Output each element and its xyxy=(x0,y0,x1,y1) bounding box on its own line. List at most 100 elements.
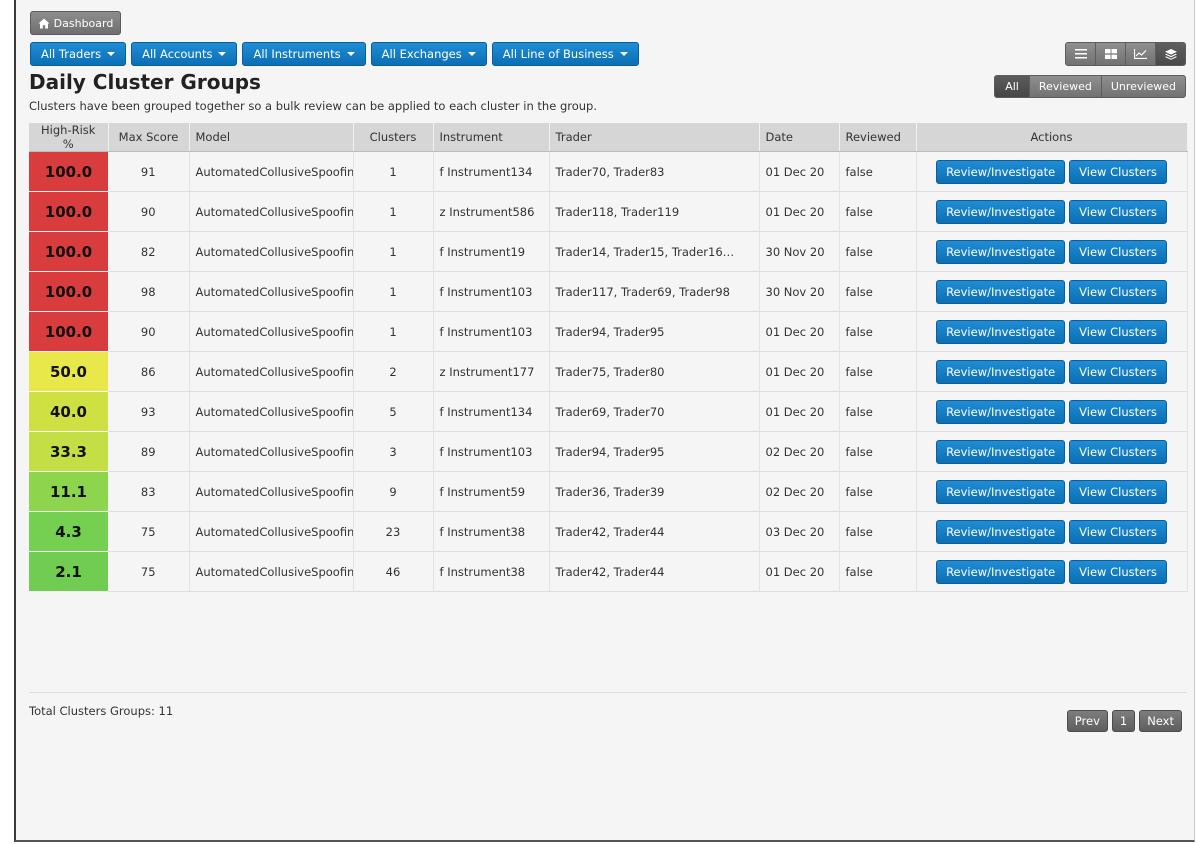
review-investigate-button[interactable]: Review/Investigate xyxy=(936,519,1066,544)
column-header-max-score[interactable]: Max Score xyxy=(108,123,190,152)
view-clusters-button[interactable]: View Clusters xyxy=(1069,239,1167,264)
instrument-cell: f Instrument134 xyxy=(433,151,550,192)
column-header-trader[interactable]: Trader xyxy=(549,123,760,152)
table-row[interactable]: 4.3 75 AutomatedCollusiveSpoofing 23 f Instr… xyxy=(29,511,1188,552)
view-clusters-button[interactable]: View Clusters xyxy=(1069,159,1167,184)
table-row[interactable]: 100.0 98 AutomatedCollusiveSpoofing 1 f Inst… xyxy=(29,271,1188,312)
review-investigate-button[interactable]: Review/Investigate xyxy=(936,199,1066,224)
reviewed-cell: false xyxy=(839,431,917,472)
instrument-cell: f Instrument103 xyxy=(433,271,550,312)
dashboard-label: Dashboard xyxy=(53,16,114,30)
trader-cell: Trader70, Trader83 xyxy=(549,151,760,192)
trader-cell: Trader94, Trader95 xyxy=(549,431,760,472)
filter-unreviewed-button[interactable]: Unreviewed xyxy=(1100,75,1186,98)
table-row[interactable]: 50.0 86 AutomatedCollusiveSpoofing 2 z Instr… xyxy=(29,351,1188,392)
grid-view-button[interactable] xyxy=(1095,42,1126,66)
review-investigate-button[interactable]: Review/Investigate xyxy=(936,439,1066,464)
view-clusters-button[interactable]: View Clusters xyxy=(1069,479,1167,504)
review-investigate-button[interactable]: Review/Investigate xyxy=(936,279,1066,304)
caret-down-icon xyxy=(467,52,476,56)
total-cluster-groups: Total Clusters Groups: 11 xyxy=(29,704,174,718)
trader-cell: Trader75, Trader80 xyxy=(549,351,760,392)
clusters-cell: 5 xyxy=(353,391,434,432)
table-row[interactable]: 100.0 91 AutomatedCollusiveSpoofing 1 f Inst… xyxy=(29,151,1188,192)
table-row[interactable]: 100.0 82 AutomatedCollusiveSpoofing 1 f Inst… xyxy=(29,231,1188,272)
chart-view-button[interactable] xyxy=(1125,42,1156,66)
review-investigate-button[interactable]: Review/Investigate xyxy=(936,359,1066,384)
filter-reviewed-button[interactable]: Reviewed xyxy=(1028,75,1102,98)
risk-cell: 50.0 xyxy=(29,351,108,392)
table-header-row: High-Risk % Max Score Model Clusters Ins… xyxy=(29,123,1188,152)
review-investigate-button[interactable]: Review/Investigate xyxy=(936,319,1066,344)
page-number-button[interactable]: 1 xyxy=(1111,710,1136,732)
table-row[interactable]: 11.1 83 AutomatedCollusiveSpoofing 9 f Instr… xyxy=(29,471,1188,512)
date-cell: 01 Dec 20 xyxy=(759,311,840,352)
risk-cell: 4.3 xyxy=(29,511,108,552)
trader-cell: Trader36, Trader39 xyxy=(549,471,760,512)
column-header-reviewed[interactable]: Reviewed xyxy=(839,123,917,152)
reviewed-cell: false xyxy=(839,351,917,392)
review-investigate-button[interactable]: Review/Investigate xyxy=(936,399,1066,424)
table-row[interactable]: 33.3 89 AutomatedCollusiveSpoofing 3 f Instr… xyxy=(29,431,1188,472)
actions-cell: Review/Investigate View Clusters xyxy=(916,151,1188,192)
reviewed-cell: false xyxy=(839,551,917,592)
risk-cell: 100.0 xyxy=(29,311,108,352)
next-page-button[interactable]: Next xyxy=(1139,710,1182,732)
accounts-filter-dropdown[interactable]: All Accounts xyxy=(131,42,238,66)
filter-all-button[interactable]: All xyxy=(994,75,1030,98)
column-header-instrument[interactable]: Instrument xyxy=(433,123,550,152)
instrument-cell: f Instrument103 xyxy=(433,311,550,352)
column-header-clusters[interactable]: Clusters xyxy=(353,123,434,152)
instrument-cell: f Instrument38 xyxy=(433,511,550,552)
page-subtitle: Clusters have been grouped together so a… xyxy=(29,99,597,113)
table-row[interactable]: 100.0 90 AutomatedCollusiveSpoofing 1 f Inst… xyxy=(29,311,1188,352)
risk-cell: 100.0 xyxy=(29,231,108,272)
reviewed-cell: false xyxy=(839,471,917,512)
risk-cell: 33.3 xyxy=(29,431,108,472)
list-view-button[interactable] xyxy=(1065,42,1096,66)
review-investigate-button[interactable]: Review/Investigate xyxy=(936,159,1066,184)
view-clusters-button[interactable]: View Clusters xyxy=(1069,319,1167,344)
review-investigate-button[interactable]: Review/Investigate xyxy=(936,559,1066,584)
cluster-groups-page: Dashboard All Traders All Accounts All I… xyxy=(14,0,1195,842)
view-clusters-button[interactable]: View Clusters xyxy=(1069,399,1167,424)
view-clusters-button[interactable]: View Clusters xyxy=(1069,439,1167,464)
column-header-actions: Actions xyxy=(916,123,1188,152)
table-row[interactable]: 2.1 75 AutomatedCollusiveSpoofing 46 f Instr… xyxy=(29,551,1188,592)
review-investigate-button[interactable]: Review/Investigate xyxy=(936,239,1066,264)
clusters-cell: 1 xyxy=(353,231,434,272)
layers-view-button[interactable] xyxy=(1155,42,1186,66)
exchanges-filter-dropdown[interactable]: All Exchanges xyxy=(370,42,487,66)
model-cell: AutomatedCollusiveSpoofing xyxy=(189,151,354,192)
pagination: Prev 1 Next xyxy=(1066,710,1182,732)
risk-cell: 100.0 xyxy=(29,191,108,232)
date-cell: 01 Dec 20 xyxy=(759,191,840,232)
column-header-model[interactable]: Model xyxy=(189,123,354,152)
dashboard-button[interactable]: Dashboard xyxy=(30,11,121,35)
table-row[interactable]: 100.0 90 AutomatedCollusiveSpoofing 1 z Inst… xyxy=(29,191,1188,232)
date-cell: 03 Dec 20 xyxy=(759,511,840,552)
clusters-cell: 1 xyxy=(353,191,434,232)
instruments-filter-dropdown[interactable]: All Instruments xyxy=(242,42,366,66)
line-of-business-filter-label: All Line of Business xyxy=(502,47,614,61)
prev-page-button[interactable]: Prev xyxy=(1066,710,1108,732)
clusters-cell: 1 xyxy=(353,271,434,312)
view-clusters-button[interactable]: View Clusters xyxy=(1069,359,1167,384)
column-header-date[interactable]: Date xyxy=(759,123,840,152)
view-clusters-button[interactable]: View Clusters xyxy=(1069,279,1167,304)
view-clusters-button[interactable]: View Clusters xyxy=(1069,559,1167,584)
column-header-high-risk[interactable]: High-Risk % xyxy=(29,123,109,152)
table-row[interactable]: 40.0 93 AutomatedCollusiveSpoofing 5 f Instr… xyxy=(29,391,1188,432)
model-cell: AutomatedCollusiveSpoofing xyxy=(189,271,354,312)
reviewed-cell: false xyxy=(839,271,917,312)
instrument-cell: f Instrument103 xyxy=(433,431,550,472)
view-clusters-button[interactable]: View Clusters xyxy=(1069,519,1167,544)
max-score-cell: 75 xyxy=(108,551,190,592)
filter-bar: All Traders All Accounts All Instruments… xyxy=(30,42,639,66)
line-of-business-filter-dropdown[interactable]: All Line of Business xyxy=(491,42,639,66)
max-score-cell: 82 xyxy=(108,231,190,272)
view-clusters-button[interactable]: View Clusters xyxy=(1069,199,1167,224)
review-investigate-button[interactable]: Review/Investigate xyxy=(936,479,1066,504)
instrument-cell: f Instrument134 xyxy=(433,391,550,432)
traders-filter-dropdown[interactable]: All Traders xyxy=(30,42,127,66)
